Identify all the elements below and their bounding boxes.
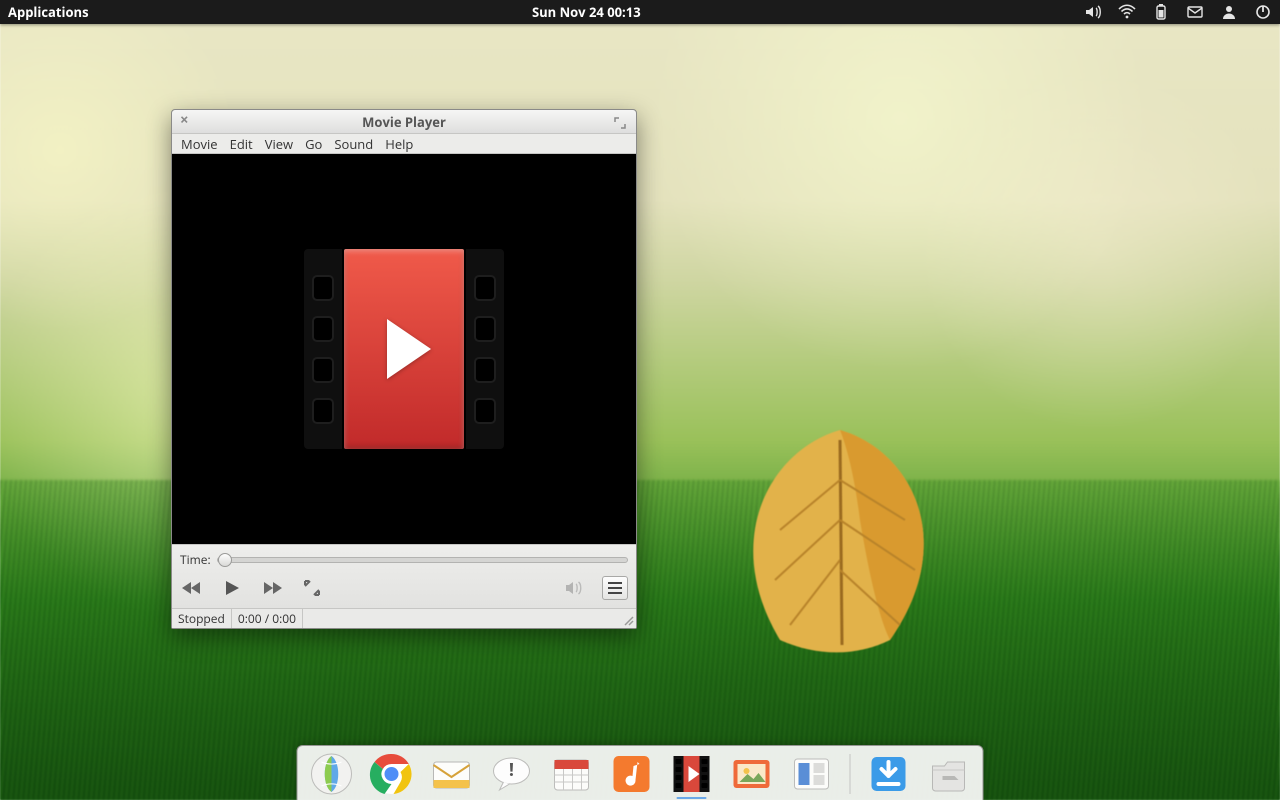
dock: ! (297, 745, 984, 800)
volume-button[interactable] (562, 576, 586, 600)
status-state: Stopped (172, 609, 232, 628)
window-titlebar[interactable]: × Movie Player (172, 110, 636, 134)
time-label: Time: (180, 551, 211, 568)
menu-view[interactable]: View (260, 134, 298, 154)
photos-icon[interactable] (728, 750, 776, 798)
dock-separator (850, 754, 851, 794)
menu-sound[interactable]: Sound (329, 134, 378, 154)
music-icon[interactable] (608, 750, 656, 798)
video-area[interactable] (172, 154, 636, 544)
mail-indicator-icon[interactable] (1186, 3, 1204, 21)
indicator-area (1084, 3, 1272, 21)
menubar: Movie Edit View Go Sound Help (172, 134, 636, 154)
seek-slider[interactable] (217, 557, 628, 563)
menu-go[interactable]: Go (300, 134, 327, 154)
statusbar: Stopped 0:00 / 0:00 (172, 608, 636, 628)
movie-player-window: × Movie Player Movie Edit View Go Sound … (171, 109, 637, 629)
user-indicator-icon[interactable] (1220, 3, 1238, 21)
status-time: 0:00 / 0:00 (232, 609, 303, 628)
workspaces-icon[interactable] (788, 750, 836, 798)
playlist-button[interactable] (602, 576, 628, 600)
window-close-button[interactable]: × (180, 115, 194, 129)
battery-indicator-icon[interactable] (1152, 3, 1170, 21)
wallpaper-leaf (710, 420, 970, 660)
mail-app-icon[interactable] (428, 750, 476, 798)
resize-grip[interactable] (303, 609, 636, 628)
video-placeholder-icon (304, 249, 504, 449)
calendar-icon[interactable] (548, 750, 596, 798)
svg-text:!: ! (509, 758, 514, 782)
downloads-icon[interactable] (865, 750, 913, 798)
web-browser-icon[interactable] (308, 750, 356, 798)
menu-help[interactable]: Help (380, 134, 418, 154)
previous-button[interactable] (180, 576, 204, 600)
sound-indicator-icon[interactable] (1084, 3, 1102, 21)
controls-area: Time: (172, 544, 636, 608)
menu-movie[interactable]: Movie (176, 134, 223, 154)
window-maximize-button[interactable] (614, 115, 628, 129)
power-indicator-icon[interactable] (1254, 3, 1272, 21)
next-button[interactable] (260, 576, 284, 600)
clock[interactable]: Sun Nov 24 00:13 (532, 3, 641, 21)
top-panel: Applications Sun Nov 24 00:13 (0, 0, 1280, 24)
play-button[interactable] (220, 576, 244, 600)
movie-player-icon[interactable] (668, 750, 716, 798)
chat-icon[interactable]: ! (488, 750, 536, 798)
files-icon[interactable] (925, 750, 973, 798)
menu-edit[interactable]: Edit (225, 134, 258, 154)
window-title: Movie Player (172, 113, 636, 131)
fullscreen-button[interactable] (300, 576, 324, 600)
applications-menu[interactable]: Applications (8, 3, 89, 21)
network-wireless-indicator-icon[interactable] (1118, 3, 1136, 21)
chrome-icon[interactable] (368, 750, 416, 798)
